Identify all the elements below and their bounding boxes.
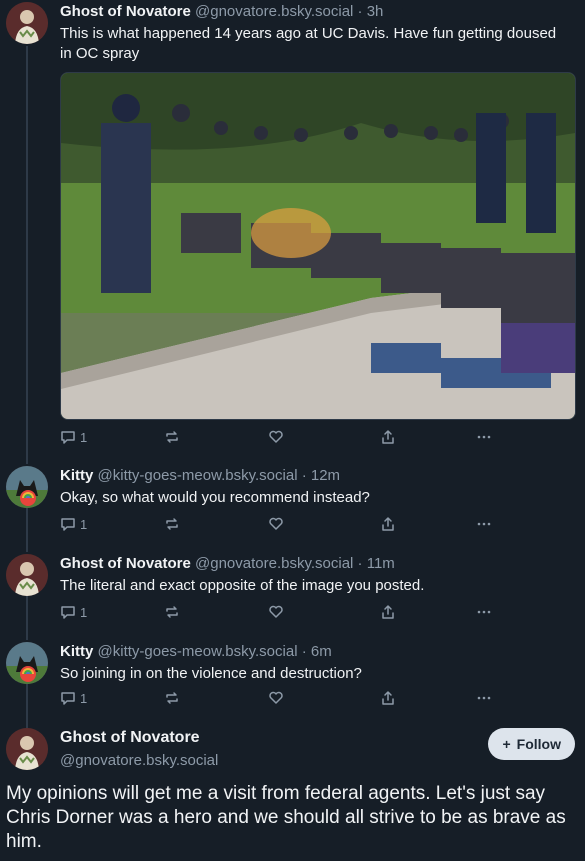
- author-name[interactable]: Ghost of Novatore: [60, 555, 191, 572]
- repost-button[interactable]: [164, 689, 180, 707]
- reply-icon: [61, 606, 75, 619]
- share-icon: [382, 691, 394, 705]
- reply-button[interactable]: 1: [60, 689, 87, 707]
- author-handle[interactable]: @kitty-goes-meow.bsky.social: [98, 643, 298, 660]
- share-button[interactable]: [380, 428, 396, 446]
- reply-count: 1: [80, 604, 88, 620]
- post-time[interactable]: · 12m: [302, 467, 340, 484]
- post-actions: 1: [60, 603, 500, 621]
- like-button[interactable]: [268, 515, 284, 533]
- post-time[interactable]: · 6m: [302, 643, 332, 660]
- post-actions: 1: [60, 689, 500, 707]
- thread-post[interactable]: Ghost of Novatore @gnovatore.bsky.social…: [0, 552, 585, 632]
- repost-icon: [166, 431, 178, 443]
- follow-label: Follow: [516, 736, 561, 752]
- author-handle[interactable]: @gnovatore.bsky.social: [195, 555, 353, 572]
- focused-post-text: My opinions will get me a visit from fed…: [6, 783, 566, 852]
- heart-icon: [269, 430, 283, 443]
- more-button[interactable]: [476, 689, 492, 707]
- heart-icon: [269, 691, 283, 704]
- author-name[interactable]: Kitty: [60, 643, 93, 660]
- more-button[interactable]: [476, 515, 492, 533]
- reply-count: 1: [80, 429, 88, 445]
- author-name[interactable]: Ghost of Novatore: [60, 3, 191, 20]
- thread-post[interactable]: Ghost of Novatore @gnovatore.bsky.social…: [0, 0, 585, 450]
- like-button[interactable]: [268, 603, 284, 621]
- reply-button[interactable]: 1: [60, 428, 87, 446]
- share-button[interactable]: [380, 603, 396, 621]
- follow-button[interactable]: + Follow: [488, 728, 575, 760]
- more-icon: [477, 610, 491, 614]
- author-name[interactable]: Kitty: [60, 467, 93, 484]
- author-handle[interactable]: @kitty-goes-meow.bsky.social: [98, 467, 298, 484]
- repost-icon: [166, 518, 178, 530]
- author-handle[interactable]: @gnovatore.bsky.social: [60, 752, 218, 769]
- author-name[interactable]: Ghost of Novatore: [60, 729, 200, 746]
- more-icon: [477, 696, 491, 700]
- post-text: The literal and exact opposite of the im…: [60, 577, 425, 594]
- share-icon: [382, 430, 394, 444]
- post-text: This is what happened 14 years ago at UC…: [60, 25, 557, 62]
- post-text: Okay, so what would you recommend instea…: [60, 489, 370, 506]
- post-header: Ghost of Novatore @gnovatore.bsky.social…: [60, 555, 395, 572]
- post-actions: 1: [60, 515, 500, 533]
- repost-icon: [166, 692, 178, 704]
- post-header: Ghost of Novatore @gnovatore.bsky.social…: [60, 3, 383, 20]
- thread-post[interactable]: Kitty @kitty-goes-meow.bsky.social · 12m…: [0, 464, 585, 544]
- post-time[interactable]: · 3h: [358, 3, 384, 20]
- repost-button[interactable]: [164, 428, 180, 446]
- post-header: Kitty @kitty-goes-meow.bsky.social · 12m: [60, 467, 340, 484]
- share-icon: [382, 517, 394, 531]
- reply-icon: [61, 692, 75, 705]
- post-actions: 1: [60, 428, 500, 446]
- cat-avatar-icon[interactable]: [6, 642, 48, 684]
- share-icon: [382, 605, 394, 619]
- reply-button[interactable]: 1: [60, 515, 87, 533]
- more-button[interactable]: [476, 428, 492, 446]
- repost-button[interactable]: [164, 515, 180, 533]
- share-button[interactable]: [380, 689, 396, 707]
- post-time[interactable]: · 11m: [358, 555, 395, 572]
- focused-author-name[interactable]: Ghost of Novatore: [60, 729, 200, 747]
- reply-count: 1: [80, 690, 88, 706]
- thread-post[interactable]: Kitty @kitty-goes-meow.bsky.social · 6m …: [0, 640, 585, 720]
- portrait-avatar-icon[interactable]: [6, 554, 48, 596]
- reply-count: 1: [80, 516, 88, 532]
- reply-button[interactable]: 1: [60, 603, 87, 621]
- more-icon: [477, 435, 491, 439]
- repost-icon: [166, 606, 178, 618]
- author-handle[interactable]: @gnovatore.bsky.social: [195, 3, 353, 20]
- focused-author-handle[interactable]: @gnovatore.bsky.social: [60, 752, 218, 769]
- more-icon: [477, 522, 491, 526]
- portrait-avatar-icon[interactable]: [6, 2, 48, 44]
- post-image[interactable]: [60, 72, 576, 420]
- cat-avatar-icon[interactable]: [6, 466, 48, 508]
- post-header: Kitty @kitty-goes-meow.bsky.social · 6m: [60, 643, 332, 660]
- like-button[interactable]: [268, 689, 284, 707]
- reply-icon: [61, 431, 75, 444]
- heart-icon: [269, 517, 283, 530]
- heart-icon: [269, 605, 283, 618]
- portrait-avatar-icon[interactable]: [6, 728, 48, 770]
- more-button[interactable]: [476, 603, 492, 621]
- reply-icon: [61, 518, 75, 531]
- post-text: So joining in on the violence and destru…: [60, 665, 362, 682]
- share-button[interactable]: [380, 515, 396, 533]
- plus-icon: +: [502, 736, 511, 752]
- like-button[interactable]: [268, 428, 284, 446]
- repost-button[interactable]: [164, 603, 180, 621]
